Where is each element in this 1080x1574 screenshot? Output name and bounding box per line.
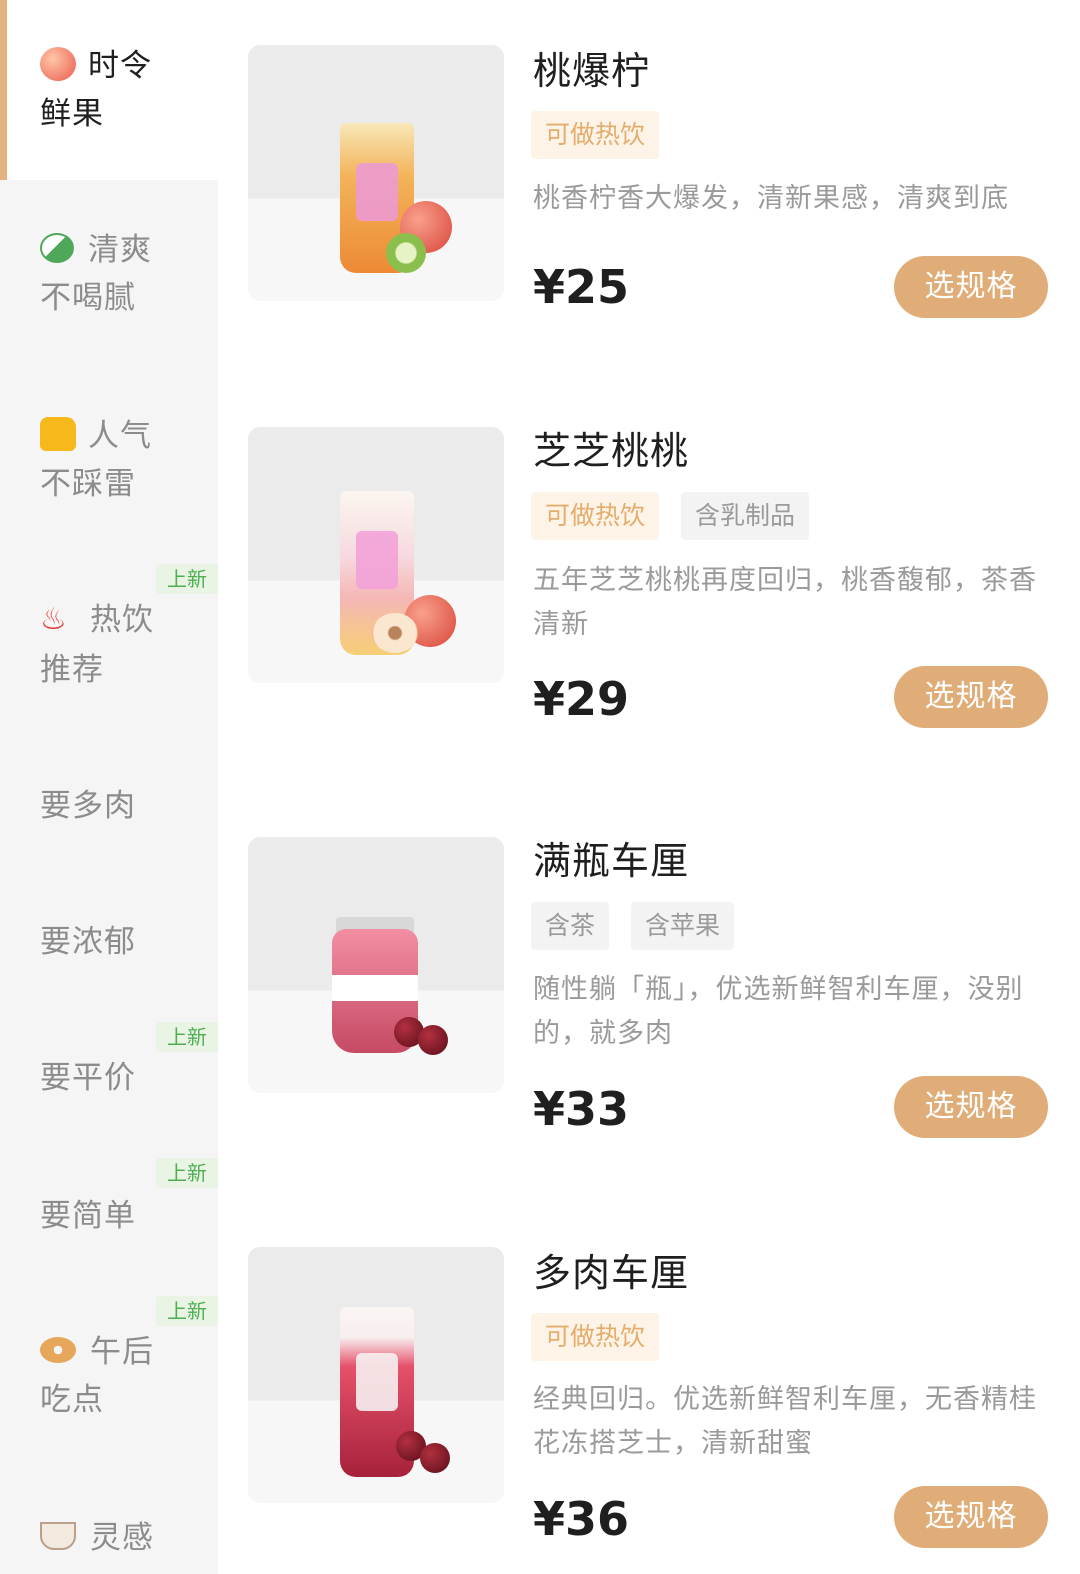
cherry-fruit (418, 1025, 448, 1055)
hot-springs-icon: ♨ (40, 601, 68, 637)
product-image[interactable] (248, 1247, 504, 1503)
tag-hot-drink: 可做热饮 (531, 111, 660, 159)
category-label: 灵感 (90, 1520, 154, 1556)
product-price: ¥33 (533, 1082, 630, 1136)
peach-icon (40, 46, 76, 81)
category-simple[interactable]: 上新 要简单 (0, 1140, 218, 1280)
product-tags: 可做热饮 含乳制品 (531, 492, 810, 540)
cup-label (356, 163, 398, 221)
product-tags: 含茶 含苹果 (531, 902, 735, 950)
peach-half-fruit (372, 613, 418, 653)
category-label: 人气 (88, 418, 152, 454)
category-label: 要多肉 (40, 788, 136, 824)
cup-label (356, 1353, 398, 1411)
product-price: ¥36 (533, 1492, 630, 1546)
product-description: 桃香柠香大爆发，清新果感，清爽到底 (533, 183, 1009, 214)
category-label: 要简单 (40, 1198, 136, 1234)
bagel-icon (40, 1336, 76, 1363)
product-card[interactable]: 芝芝桃桃 可做热饮 含乳制品 五年芝芝桃桃再度回归，桃香馥郁，茶香清新 ¥29 … (218, 427, 1080, 807)
product-description: 五年芝芝桃桃再度回归，桃香馥郁，茶香清新 (533, 565, 1037, 640)
category-afternoon-snack[interactable]: 上新 午后 吃点 (0, 1280, 218, 1460)
category-label: 推荐 (40, 651, 104, 688)
category-label: 要浓郁 (40, 924, 136, 960)
category-label: 清爽 (88, 232, 152, 268)
new-badge: 上新 (156, 1296, 218, 1326)
leaf-icon (40, 232, 74, 263)
product-name: 芝芝桃桃 (533, 429, 690, 473)
category-sidebar: 时令 鲜果 清爽 不喝腻 人气 不踩雷 上新 ♨ 热饮 推荐 要多肉 要浓郁 上新 (0, 0, 218, 1574)
product-image[interactable] (248, 45, 504, 301)
product-name: 满瓶车厘 (533, 839, 690, 883)
category-hot-drinks[interactable]: 上新 ♨ 热饮 推荐 (0, 540, 218, 740)
tag-hot-drink: 可做热饮 (531, 1313, 660, 1361)
tag-dairy: 含乳制品 (681, 492, 810, 540)
lime-fruit (386, 233, 426, 273)
category-inspiration[interactable]: 灵感 (0, 1460, 218, 1574)
product-card[interactable]: 桃爆柠 可做热饮 桃香柠香大爆发，清新果感，清爽到底 ¥25 选规格 (218, 45, 1080, 385)
cherry-fruit (420, 1443, 450, 1473)
product-price: ¥25 (533, 260, 630, 314)
tag-tea: 含茶 (531, 902, 610, 950)
tag-apple: 含苹果 (631, 902, 735, 950)
product-card[interactable]: 满瓶车厘 含茶 含苹果 随性躺「瓶」，优选新鲜智利车厘，没别的，就多肉 ¥33 … (218, 837, 1080, 1217)
category-more-fruit[interactable]: 要多肉 (0, 740, 218, 870)
category-label: 不踩雷 (40, 466, 136, 502)
product-image[interactable] (248, 427, 504, 683)
tag-hot-drink: 可做热饮 (531, 492, 660, 540)
category-affordable[interactable]: 上新 要平价 (0, 1000, 218, 1140)
select-spec-button[interactable]: 选规格 (894, 1486, 1048, 1548)
select-spec-button[interactable]: 选规格 (894, 256, 1048, 318)
category-label: 热饮 (90, 602, 154, 638)
product-name: 桃爆柠 (533, 49, 651, 93)
product-image[interactable] (248, 837, 504, 1093)
product-tags: 可做热饮 (531, 111, 660, 159)
category-label: 午后 (90, 1334, 154, 1370)
product-description: 随性躺「瓶」，优选新鲜智利车厘，没别的，就多肉 (533, 974, 1024, 1049)
new-badge: 上新 (156, 1022, 218, 1052)
category-seasonal-fruit[interactable]: 时令 鲜果 (0, 0, 218, 180)
category-label: 要平价 (40, 1060, 136, 1096)
select-spec-button[interactable]: 选规格 (894, 1076, 1048, 1138)
category-label: 不喝腻 (40, 280, 136, 316)
select-spec-button[interactable]: 选规格 (894, 666, 1048, 728)
category-label: 鲜果 (40, 96, 104, 132)
product-card[interactable]: 多肉车厘 可做热饮 经典回归。优选新鲜智利车厘，无香精桂花冻搭芝士，清新甜蜜 ¥… (218, 1247, 1080, 1574)
product-description: 经典回归。优选新鲜智利车厘，无香精桂花冻搭芝士，清新甜蜜 (533, 1384, 1037, 1459)
product-tags: 可做热饮 (531, 1313, 660, 1361)
category-refreshing[interactable]: 清爽 不喝腻 (0, 180, 218, 360)
coffee-icon (40, 1521, 76, 1550)
category-popular[interactable]: 人气 不踩雷 (0, 360, 218, 540)
new-badge: 上新 (156, 564, 218, 594)
category-label: 时令 (88, 48, 152, 84)
product-price: ¥29 (533, 672, 630, 726)
product-name: 多肉车厘 (533, 1251, 690, 1295)
category-label: 吃点 (40, 1382, 104, 1418)
thumbs-up-icon (40, 416, 76, 451)
cup-label (356, 531, 398, 589)
new-badge: 上新 (156, 1158, 218, 1188)
jar-label (332, 975, 418, 1001)
category-rich[interactable]: 要浓郁 (0, 870, 218, 1000)
